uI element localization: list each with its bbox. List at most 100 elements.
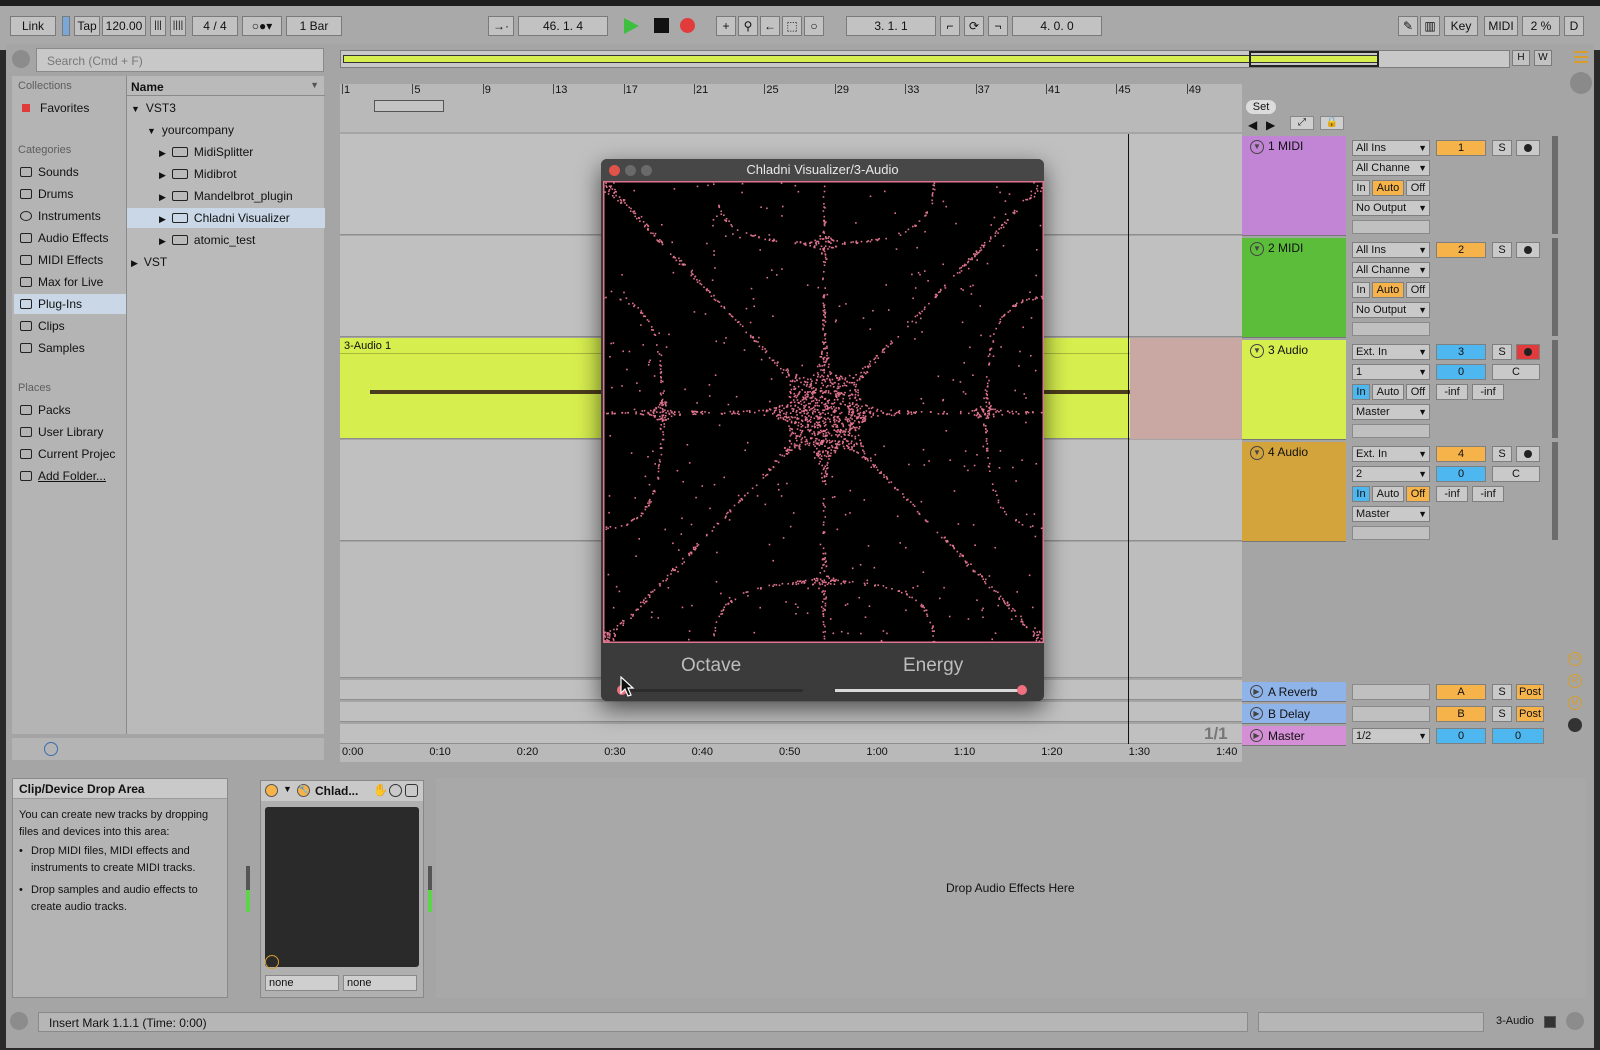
tempo-field[interactable]: 120.00 [102,16,146,36]
device-activator-icon[interactable] [265,784,278,797]
solo-button[interactable]: S [1492,446,1512,462]
record-icon[interactable] [680,18,695,33]
loop-start-field[interactable]: 3. 1. 1 [846,16,936,36]
return-a-post[interactable]: Post [1516,684,1544,700]
browser-toggle-icon[interactable] [12,50,30,68]
track-activator[interactable]: 1 [1436,140,1486,156]
monitor-auto-button[interactable]: Auto [1372,180,1404,196]
quantize-select[interactable]: 1 Bar [286,16,342,36]
sidebar-item-drums[interactable]: Drums [20,184,73,204]
device-title-bar[interactable]: ▼ 🔧 Chlad... ✋ [261,781,423,801]
session-record-icon[interactable]: ○ [804,16,824,36]
view-switch-icon[interactable] [1566,1012,1584,1030]
monitor-auto-button[interactable]: Auto [1372,486,1404,502]
octave-slider[interactable] [617,685,803,695]
output-select[interactable]: Master [1352,506,1430,522]
fold-icon[interactable]: ▼ [1250,344,1264,358]
parameter-select-2[interactable]: none [343,975,417,991]
input-channel-select[interactable]: 2 [1352,466,1430,482]
midi-map-button[interactable]: MIDI [1484,16,1518,36]
sidebar-item-samples[interactable]: Samples [20,338,85,358]
save-preset-icon[interactable] [405,784,418,797]
arm-record-button[interactable] [1516,344,1540,360]
volume-field[interactable]: 0 [1436,364,1486,380]
tree-item-plugin[interactable]: ▶ MidiSplitter [159,142,253,162]
cue-out-select[interactable]: 1/2 [1352,728,1430,744]
arm-record-button[interactable] [1516,242,1540,258]
computer-keyboard-icon[interactable]: ▥ [1420,16,1440,36]
sidebar-item-sounds[interactable]: Sounds [20,162,79,182]
expand-tracks-icon[interactable]: ⤢ [1290,116,1314,130]
track-activator[interactable]: 4 [1436,446,1486,462]
fold-icon[interactable]: ▶ [1250,685,1263,698]
track-header-b-delay[interactable]: ▶ B Delay [1242,704,1346,724]
device-view-toggle-icon[interactable] [1544,1016,1556,1028]
monitor-off-button[interactable]: Off [1406,486,1430,502]
time-ruler[interactable]: 0:00 0:10 0:20 0:30 0:40 0:50 1:00 1:10 1:20 1:30… [340,744,1242,762]
output-select[interactable]: Master [1352,404,1430,420]
fold-icon[interactable]: ▼ [1250,140,1264,154]
pan-field[interactable]: C [1492,466,1540,482]
sidebar-item-add-folder[interactable]: Add Folder... [20,466,106,486]
monitor-auto-button[interactable]: Auto [1372,384,1404,400]
plugin-edit-icon[interactable] [389,784,402,797]
back-to-arrangement-icon[interactable]: ← [760,16,780,36]
preview-headphones-icon[interactable] [44,742,58,756]
monitor-auto-button[interactable]: Auto [1372,282,1404,298]
output-select[interactable]: No Output [1352,200,1430,216]
track-header[interactable]: ▼ 2 MIDI [1242,238,1346,338]
tree-item-plugin[interactable]: ▶ atomic_test [159,230,255,250]
monitor-off-button[interactable]: Off [1406,180,1430,196]
fold-icon[interactable]: ▼ [1250,446,1264,460]
sidebar-item-clips[interactable]: Clips [20,316,65,336]
parameter-expand-icon[interactable] [265,955,279,969]
previous-locator-icon[interactable]: ◀ [1248,118,1257,132]
arm-record-button[interactable] [1516,446,1540,462]
monitor-off-button[interactable]: Off [1406,282,1430,298]
stop-icon[interactable] [654,18,669,33]
return-a-activator[interactable]: A [1436,684,1486,700]
draw-mode-icon[interactable]: ✎ [1398,16,1418,36]
punch-in-icon[interactable]: ⌐ [940,16,960,36]
close-icon[interactable] [609,165,620,176]
follow-icon[interactable]: →· [488,16,514,36]
input-type-select[interactable]: All Ins [1352,140,1430,156]
capture-icon[interactable]: ⬚ [782,16,802,36]
solo-button[interactable]: S [1492,344,1512,360]
next-locator-icon[interactable]: ▶ [1266,118,1275,132]
track-header[interactable]: ▼ 4 Audio [1242,442,1346,542]
return-a-solo[interactable]: S [1492,684,1512,700]
minimize-icon[interactable] [625,165,636,176]
output-select[interactable]: No Output [1352,302,1430,318]
track-header[interactable]: ▼ 3 Audio [1242,340,1346,440]
hand-icon[interactable]: ✋ [373,783,388,797]
sidebar-item-favorites[interactable]: Favorites [22,98,89,118]
chladni-device[interactable]: ▼ 🔧 Chlad... ✋ none none [260,780,424,998]
loop-switch-icon[interactable]: ⟳ [964,16,984,36]
info-toggle-icon[interactable] [10,1012,28,1030]
input-channel-select[interactable]: 1 [1352,364,1430,380]
sidebar-item-midi-effects[interactable]: MIDI Effects [20,250,103,270]
time-signature[interactable]: 4 / 4 [192,16,238,36]
pan-field[interactable]: C [1492,364,1540,380]
beat-time-ruler[interactable]: 1 5 9 13 17 21 25 29 33 37 41 45 49 [340,84,1242,132]
sidebar-item-current-project[interactable]: Current Projec [20,444,115,464]
return-b-post[interactable]: Post [1516,706,1544,722]
browser-search[interactable]: Search (Cmd + F) [36,48,324,72]
arrangement-overview[interactable] [340,50,1510,68]
master-cue-volume[interactable]: 0 [1492,728,1544,744]
device-fold-icon[interactable]: ▼ [283,784,292,794]
track-activator[interactable]: 3 [1436,344,1486,360]
zoom-icon[interactable] [641,165,652,176]
sidebar-item-plug-ins[interactable]: Plug-Ins [14,294,126,314]
automation-arm-icon[interactable]: ⚲ [738,16,758,36]
monitor-off-button[interactable]: Off [1406,384,1430,400]
view-toggle-icon[interactable] [1570,72,1592,94]
monitor-in-button[interactable]: In [1352,486,1370,502]
return-b-activator[interactable]: B [1436,706,1486,722]
master-volume[interactable]: 0 [1436,728,1486,744]
sidebar-item-audio-effects[interactable]: Audio Effects [20,228,109,248]
optimize-height-button[interactable]: H [1512,50,1530,66]
loop-length-field[interactable]: 4. 0. 0 [1012,16,1102,36]
overdub-icon[interactable]: + [716,16,736,36]
